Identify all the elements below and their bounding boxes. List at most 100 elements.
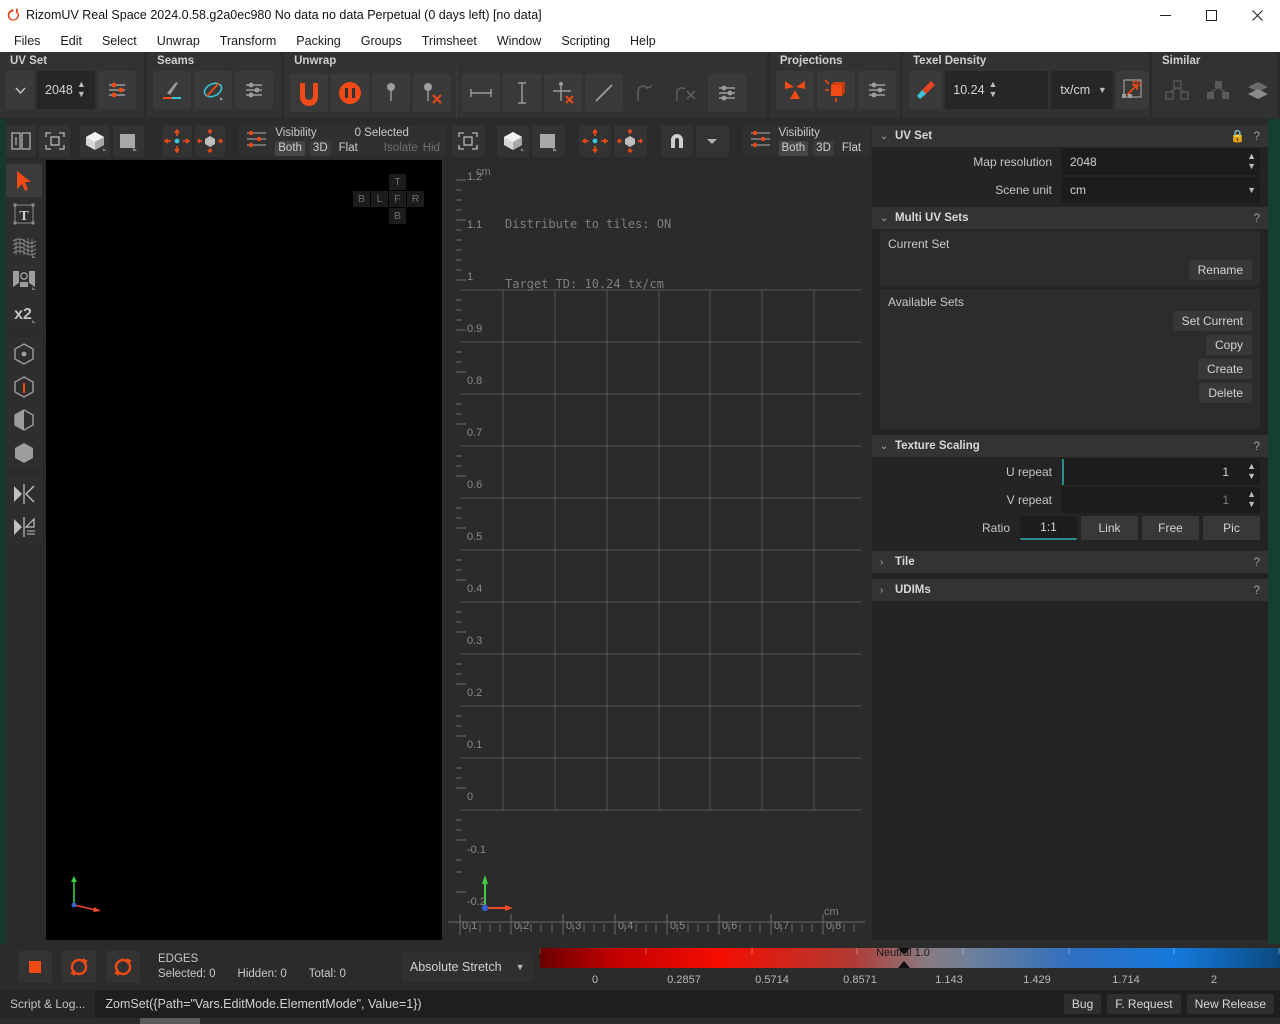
script-log-tab[interactable]: Script & Log... <box>0 990 95 1018</box>
viewcube-left[interactable]: L <box>371 191 388 207</box>
rename-button[interactable]: Rename <box>1189 260 1252 280</box>
texel-density-unit-select[interactable]: tx/cm ▼ <box>1051 71 1112 109</box>
loop2-button[interactable]: 2 <box>106 951 140 983</box>
create-button[interactable]: Create <box>1198 359 1252 379</box>
texel-density-stepper[interactable]: ▲▼ <box>989 80 998 100</box>
hex-dot-tool[interactable] <box>6 337 42 370</box>
ratio-option-pic[interactable]: Pic <box>1203 516 1260 540</box>
set-current-button[interactable]: Set Current <box>1173 311 1252 331</box>
similar-select-icon[interactable] <box>1158 71 1196 109</box>
view-cube[interactable]: T B L F R B <box>353 174 424 224</box>
similar-apply-icon[interactable] <box>1199 71 1237 109</box>
ratio-option-free[interactable]: Free <box>1142 516 1199 540</box>
menu-scripting[interactable]: Scripting <box>561 34 610 48</box>
unpin-icon[interactable] <box>413 74 451 112</box>
v-repeat-stepper[interactable]: ▲▼ <box>1247 490 1256 510</box>
menu-edit[interactable]: Edit <box>60 34 82 48</box>
chevron-right-icon[interactable]: › <box>880 585 889 596</box>
viewport-uv[interactable]: Distribute to tiles: ON Target TD: 10.24… <box>448 160 865 940</box>
menu-files[interactable]: Files <box>14 34 40 48</box>
unwrap-settings-icon[interactable] <box>708 74 746 112</box>
flatten-curve-remove-icon[interactable] <box>667 74 705 112</box>
isolate-toggle[interactable]: Isolate <box>384 141 418 156</box>
hide-toggle[interactable]: Hid <box>423 141 440 156</box>
weave-mesh-tool[interactable] <box>6 230 42 263</box>
minimize-button[interactable] <box>1142 0 1188 30</box>
loop-button[interactable] <box>62 951 96 983</box>
lock-icon[interactable]: 🔒 <box>1230 129 1245 143</box>
align-cross-x-icon[interactable] <box>544 74 582 112</box>
map-resolution-stepper[interactable]: ▲▼ <box>1247 152 1256 172</box>
mirror-tool[interactable] <box>6 477 42 510</box>
chevron-down-icon[interactable]: ⌄ <box>880 441 889 452</box>
ratio-option-1-1[interactable]: 1:1 <box>1020 516 1077 540</box>
split-view-icon[interactable] <box>6 125 36 157</box>
feature-request-button[interactable]: F. Request <box>1107 994 1180 1014</box>
stretch-mode-select[interactable]: Absolute Stretch ▼ <box>402 952 533 982</box>
help-icon[interactable]: ? <box>1253 439 1260 453</box>
shading-cube-icon[interactable] <box>80 125 110 157</box>
menu-select[interactable]: Select <box>102 34 137 48</box>
visibility-mode-flat[interactable]: Flat <box>839 141 864 156</box>
visibility-settings-icon[interactable] <box>245 128 269 155</box>
visibility-settings-icon[interactable] <box>749 128 773 155</box>
visibility-mode-both[interactable]: Both <box>779 141 809 156</box>
section-header-udims[interactable]: › UDIMs ? <box>872 579 1268 601</box>
section-header-multi-uv-sets[interactable]: ⌄ Multi UV Sets ? <box>872 207 1268 229</box>
new-release-button[interactable]: New Release <box>1187 994 1274 1014</box>
menu-groups[interactable]: Groups <box>361 34 402 48</box>
x2-tool[interactable]: x2 <box>6 296 42 329</box>
chevron-down-icon[interactable]: ⌄ <box>880 131 889 142</box>
frame-all-icon[interactable] <box>452 125 485 157</box>
visibility-mode-3d[interactable]: 3D <box>813 141 834 156</box>
pivot-center-icon[interactable] <box>162 125 192 157</box>
unwrap-o-icon[interactable] <box>331 74 369 112</box>
u-repeat-stepper[interactable]: ▲▼ <box>1247 462 1256 482</box>
viewcube-front[interactable]: F <box>389 191 406 207</box>
section-header-tile[interactable]: › Tile ? <box>872 551 1268 573</box>
cube-solid-tool[interactable] <box>6 436 42 469</box>
pin-shape-tool[interactable] <box>6 263 42 296</box>
pin-icon[interactable] <box>372 74 410 112</box>
snap-dropdown-icon[interactable] <box>696 125 729 157</box>
shading-flat-icon[interactable] <box>532 125 565 157</box>
shading-flat-icon[interactable] <box>113 125 143 157</box>
menu-trimsheet[interactable]: Trimsheet <box>422 34 477 48</box>
close-button[interactable] <box>1234 0 1280 30</box>
flatten-curve-icon[interactable] <box>626 74 664 112</box>
scene-unit-select[interactable]: cm ▼ <box>1062 177 1260 203</box>
cut-tool-icon[interactable] <box>153 71 191 109</box>
horizontal-scrollbar[interactable] <box>140 1018 200 1024</box>
pivot-object-icon[interactable] <box>614 125 647 157</box>
viewcube-top[interactable]: T <box>389 174 406 190</box>
straighten-vertical-icon[interactable] <box>503 74 541 112</box>
copy-button[interactable]: Copy <box>1206 335 1252 355</box>
visibility-mode-flat[interactable]: Flat <box>336 141 361 156</box>
help-icon[interactable]: ? <box>1253 583 1260 597</box>
menu-transform[interactable]: Transform <box>220 34 277 48</box>
cube-half-tool[interactable] <box>6 403 42 436</box>
projection-planar-icon[interactable] <box>776 71 814 109</box>
frame-all-icon[interactable] <box>39 125 69 157</box>
uvset-dropdown-button[interactable] <box>6 71 34 109</box>
td-apply-icon[interactable]: TD <box>1116 71 1149 109</box>
chevron-down-icon[interactable]: ⌄ <box>880 213 889 224</box>
map-resolution-stepper[interactable]: ▲▼ <box>77 80 86 100</box>
viewport-3d[interactable]: T B L F R B <box>46 160 442 940</box>
viewcube-bottom[interactable]: B <box>389 208 406 224</box>
transform-text-tool[interactable]: T <box>6 197 42 230</box>
pivot-center-icon[interactable] <box>579 125 612 157</box>
projections-settings-icon[interactable] <box>858 71 896 109</box>
help-icon[interactable]: ? <box>1253 211 1260 225</box>
mirror-list-tool[interactable] <box>6 510 42 543</box>
seams-settings-icon[interactable] <box>235 71 273 109</box>
menu-packing[interactable]: Packing <box>296 34 340 48</box>
viewcube-right[interactable]: R <box>407 191 424 207</box>
menu-help[interactable]: Help <box>630 34 656 48</box>
delete-button[interactable]: Delete <box>1199 383 1252 403</box>
hex-line-tool[interactable] <box>6 370 42 403</box>
map-resolution-input[interactable]: 2048 ▲▼ <box>37 71 95 109</box>
visibility-mode-3d[interactable]: 3D <box>310 141 331 156</box>
weld-tool-icon[interactable] <box>194 71 232 109</box>
menu-unwrap[interactable]: Unwrap <box>157 34 200 48</box>
